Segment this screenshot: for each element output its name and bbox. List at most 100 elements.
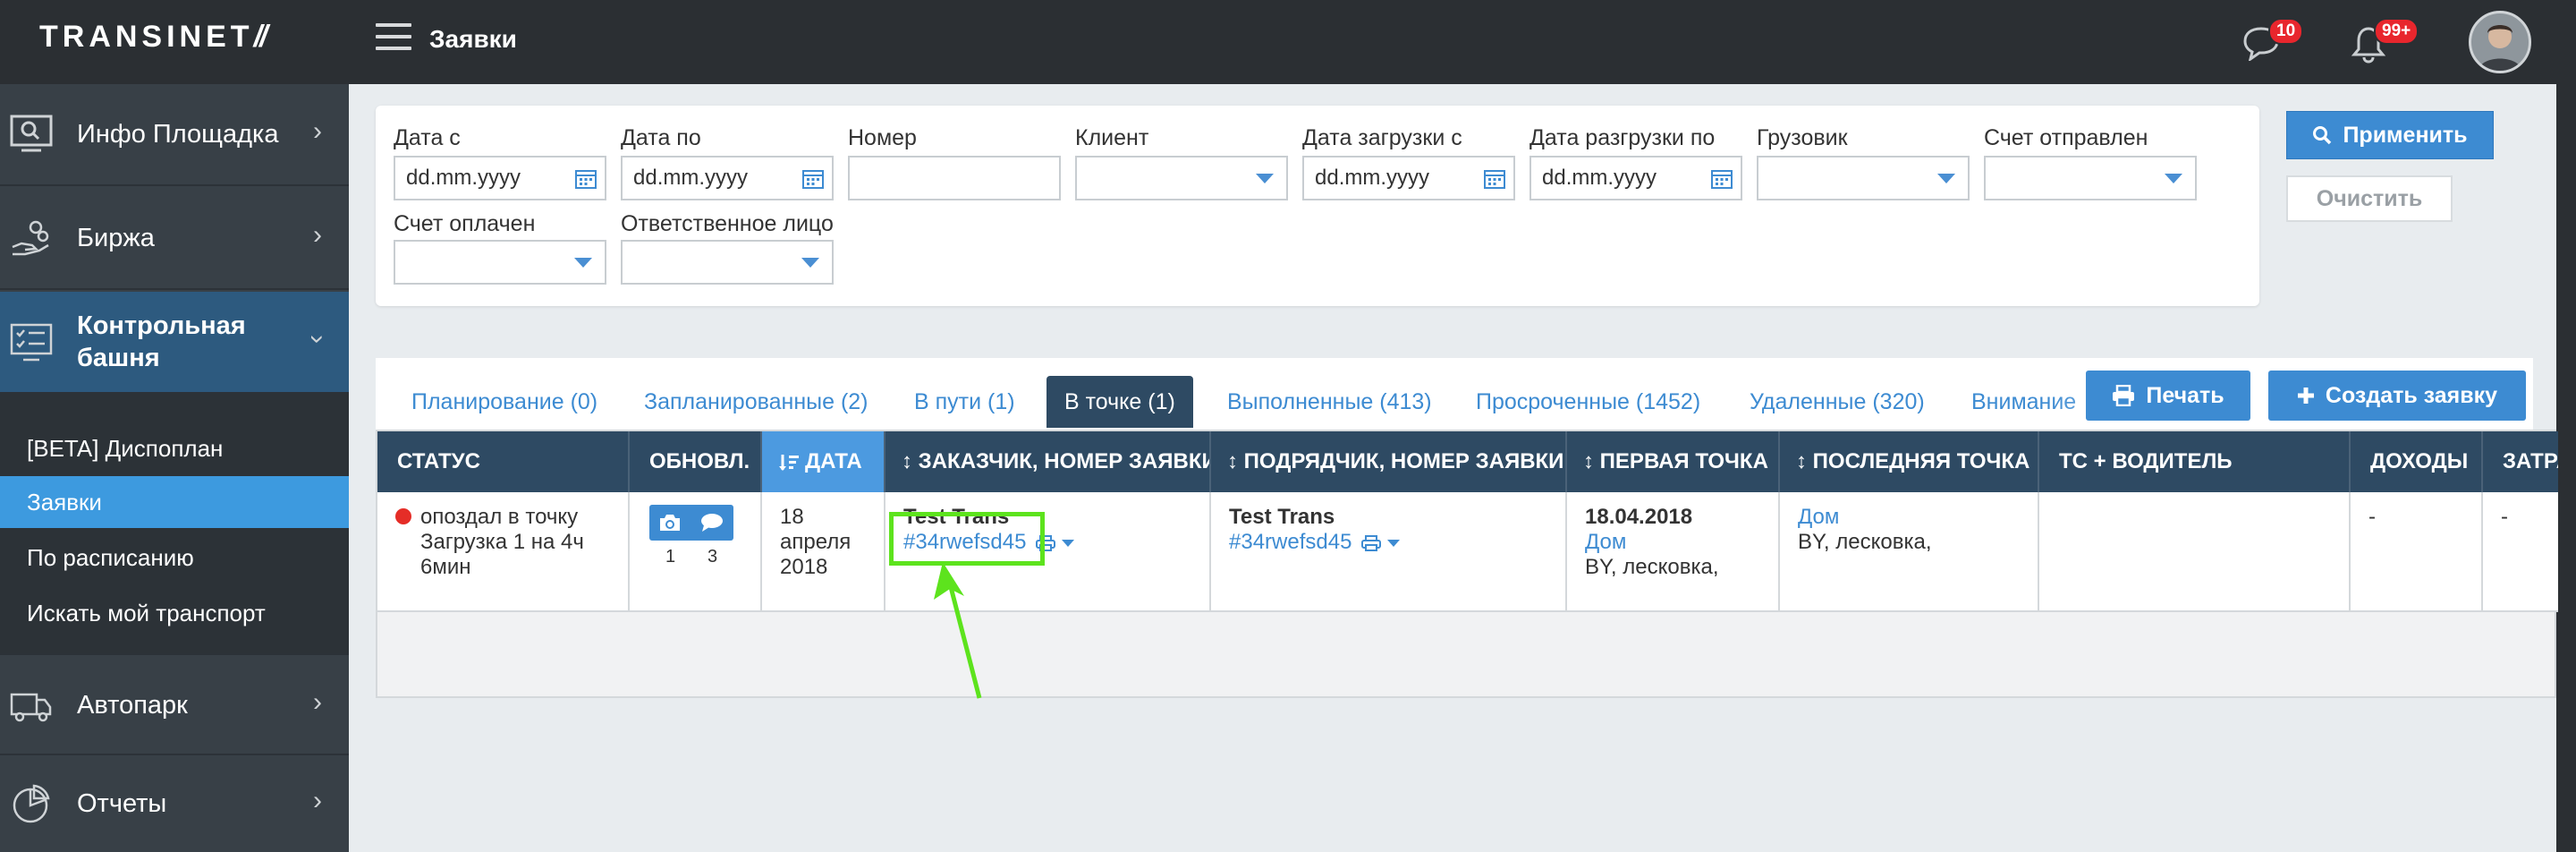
column-first-point[interactable]: ↕ ПЕРВАЯ ТОЧКА [1567, 431, 1780, 492]
sidebar-item-control-tower[interactable]: Контрольная башня › [0, 292, 349, 394]
load-date-input[interactable]: dd.mm.yyyy [1302, 156, 1515, 200]
submenu-item-find-transport[interactable]: Искать мой транспорт [0, 587, 349, 639]
chevron-right-icon: › [313, 116, 322, 146]
messages-button[interactable]: 10 [2241, 18, 2304, 68]
contractor-order-link[interactable]: #34rwefsd45 [1229, 530, 1352, 554]
filter-panel: Дата с dd.mm.yyyy Дата по dd.mm.yyyy Ном… [376, 106, 2259, 306]
calendar-icon[interactable] [1710, 166, 1733, 190]
submenu-item-orders[interactable]: Заявки [0, 476, 349, 528]
column-date[interactable]: ДАТА [762, 431, 886, 492]
client-select[interactable] [1075, 156, 1288, 200]
chevron-down-icon [2165, 174, 2182, 183]
tab-at-point[interactable]: В точке (1) [1046, 376, 1193, 428]
unload-date-label: Дата разгрузки по [1530, 125, 1716, 150]
invoice-paid-label: Счет оплачен [394, 211, 536, 236]
chevron-right-icon: › [313, 687, 322, 717]
number-input[interactable] [848, 156, 1061, 200]
column-expenses[interactable]: ЗАТРАТ [2483, 431, 2558, 492]
last-point-cell: Дом BY, лесковка, [1780, 492, 2039, 612]
contractor-cell: Test Trans #34rwefsd45 [1211, 492, 1567, 612]
camera-icon[interactable] [658, 513, 682, 532]
tab-in-transit[interactable]: В пути (1) [914, 376, 1015, 428]
chevron-right-icon: › [313, 786, 322, 815]
sidebar-item-info[interactable]: Инфо Площадка › [0, 84, 349, 186]
truck-label: Грузовик [1757, 125, 1848, 150]
clear-button[interactable]: Очистить [2286, 175, 2453, 222]
notifications-badge: 99+ [2374, 18, 2419, 45]
tab-planning[interactable]: Планирование (0) [411, 376, 597, 428]
truck-select[interactable] [1757, 156, 1970, 200]
first-point-cell: 18.04.2018 Дом BY, лесковка, [1567, 492, 1780, 612]
sidebar: Инфо Площадка › Биржа › Контрольная башн… [0, 84, 349, 852]
menu-toggle-icon[interactable] [376, 23, 411, 55]
tab-completed[interactable]: Выполненные (413) [1227, 376, 1432, 428]
calendar-icon[interactable] [801, 166, 825, 190]
date-to-input[interactable]: dd.mm.yyyy [621, 156, 834, 200]
comment-icon[interactable] [699, 512, 724, 533]
hand-coins-icon [12, 220, 49, 256]
sidebar-item-fleet[interactable]: Автопарк › [0, 653, 349, 755]
chevron-right-icon: › [313, 220, 322, 250]
status-cell: опоздал в точку Загрузка 1 на 4ч 6мин [377, 492, 630, 612]
control-tower-submenu: [BETA] Диспоплан Заявки По расписанию Ис… [0, 394, 349, 653]
printer-icon[interactable] [1361, 534, 1382, 551]
search-monitor-icon [10, 115, 53, 152]
top-bar: TRANSINET// Заявки 10 99+ [0, 0, 2576, 84]
date-from-input[interactable]: dd.mm.yyyy [394, 156, 606, 200]
column-status[interactable]: СТАТУС [377, 431, 630, 492]
calendar-icon[interactable] [574, 166, 597, 190]
sort-icon: ↕ [1583, 449, 1600, 473]
create-order-button[interactable]: Создать заявку [2268, 371, 2526, 421]
tab-overdue[interactable]: Просроченные (1452) [1476, 376, 1700, 428]
responsible-select[interactable] [621, 240, 834, 285]
calendar-icon[interactable] [1483, 166, 1506, 190]
sort-icon: ↕ [1796, 449, 1813, 473]
table-header: СТАТУС ОБНОВЛ. ДАТА ↕ ЗАКАЗЧИК, НОМЕР ЗА… [377, 431, 2558, 492]
submenu-item-schedule[interactable]: По расписанию [0, 532, 349, 584]
table-row[interactable]: опоздал в точку Загрузка 1 на 4ч 6мин 1 … [377, 492, 2558, 612]
user-avatar[interactable] [2469, 11, 2531, 73]
apply-button[interactable]: Применить [2286, 111, 2494, 159]
sort-icon: ↕ [1227, 449, 1244, 473]
invoice-sent-select[interactable] [1984, 156, 2197, 200]
client-label: Клиент [1075, 125, 1149, 150]
unload-date-input[interactable]: dd.mm.yyyy [1530, 156, 1742, 200]
print-button[interactable]: Печать [2086, 371, 2250, 421]
invoice-sent-label: Счет отправлен [1984, 125, 2148, 150]
tab-planned[interactable]: Запланированные (2) [644, 376, 869, 428]
annotation-arrow-icon [934, 562, 982, 699]
tab-deleted[interactable]: Удаленные (320) [1750, 376, 1925, 428]
comments-count: 3 [707, 547, 718, 567]
contractor-name: Test Trans [1229, 505, 1335, 529]
first-point-link[interactable]: Дом [1585, 530, 1626, 554]
column-customer[interactable]: ↕ ЗАКАЗЧИК, НОМЕР ЗАЯВКИ [886, 431, 1211, 492]
sort-icon: ↕ [902, 449, 919, 473]
chevron-down-icon [1256, 174, 1274, 183]
invoice-paid-select[interactable] [394, 240, 606, 285]
sidebar-item-label: Автопарк [77, 691, 188, 720]
vehicle-cell [2039, 492, 2351, 612]
search-icon [2313, 126, 2332, 145]
logo[interactable]: TRANSINET// [39, 20, 267, 55]
date-cell: 18 апреля 2018 [762, 492, 886, 612]
column-vehicle-driver[interactable]: ТС + ВОДИТЕЛЬ [2039, 431, 2351, 492]
chevron-down-icon [1937, 174, 1955, 183]
expenses-cell: - [2501, 505, 2508, 529]
truck-icon [10, 693, 52, 722]
right-edge [2556, 0, 2576, 852]
last-point-link[interactable]: Дом [1798, 505, 1839, 529]
sidebar-item-reports[interactable]: Отчеты › [0, 757, 349, 852]
chevron-down-icon[interactable] [1061, 539, 1074, 547]
sidebar-item-exchange[interactable]: Биржа › [0, 188, 349, 290]
column-contractor[interactable]: ↕ ПОДРЯДЧИК, НОМЕР ЗАЯВКИ [1211, 431, 1567, 492]
load-date-label: Дата загрузки с [1302, 125, 1462, 150]
status-dot [395, 507, 411, 524]
column-income[interactable]: ДОХОДЫ [2351, 431, 2483, 492]
column-updated[interactable]: ОБНОВЛ. [630, 431, 762, 492]
chevron-down-icon[interactable] [1386, 539, 1400, 547]
submenu-item-dispoplan[interactable]: [BETA] Диспоплан [0, 422, 349, 474]
plus-icon [2297, 388, 2314, 404]
column-last-point[interactable]: ↕ ПОСЛЕДНЯЯ ТОЧКА [1780, 431, 2039, 492]
page-title: Заявки [429, 25, 517, 53]
notifications-button[interactable]: 99+ [2349, 18, 2419, 68]
